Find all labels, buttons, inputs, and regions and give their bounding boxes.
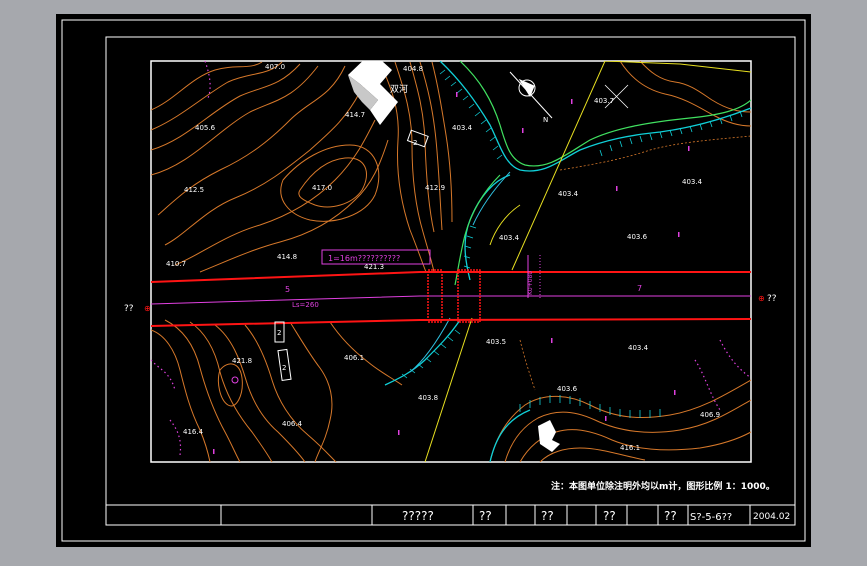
elevation-label: 403.6 (557, 385, 578, 393)
title-cell: ?? (603, 509, 616, 523)
elevation-label: 407.0 (265, 63, 285, 71)
right-marker-symbol: ⊕ (758, 294, 765, 303)
curve-label-1: 1=16m?????????? (328, 254, 400, 263)
elevation-label: 414.8 (277, 253, 297, 261)
elevation-label: 403.6 (627, 233, 648, 241)
elevation-label: 412.9 (425, 184, 445, 192)
elevation-label: 406.4 (282, 420, 303, 428)
elevation-label: 416.4 (183, 428, 204, 436)
box-label-3: 2 (282, 364, 286, 372)
title-cell: ?? (479, 509, 492, 523)
title-cell: ????? (402, 509, 434, 523)
elevation-label: 403.4 (499, 234, 520, 242)
left-marker: ?? (124, 304, 134, 314)
elevation-label: 416.1 (620, 444, 640, 452)
left-marker-symbol: ⊕ (144, 304, 151, 313)
elevation-label: 406.9 (700, 411, 720, 419)
title-cell: ?? (664, 509, 677, 523)
elevation-label: 403.8 (418, 394, 438, 402)
elevation-label: 414.7 (345, 111, 365, 119)
north-letter: N (543, 116, 548, 124)
cad-drawing-viewport[interactable]: N 双河 2 2 2 1=16m?????????? Ls=260 7 5 K0… (0, 0, 867, 562)
scale-note: 注：本图单位除注明外均以m计，图形比例 1：1000。 (551, 480, 775, 492)
elevation-label: 403.4 (452, 124, 473, 132)
right-marker: ?? (767, 294, 777, 304)
curve-label-2: Ls=260 (292, 301, 319, 309)
river-label: 双河 (390, 83, 408, 95)
elevation-label: 406.1 (344, 354, 364, 362)
elevation-label: 403.5 (486, 338, 506, 346)
title-cell: ?? (541, 509, 554, 523)
elevation-label: 421.3 (364, 263, 384, 271)
elevation-label: 412.5 (184, 186, 204, 194)
title-cell-drawing-no: S?-5-6?? (690, 512, 732, 523)
elevation-label: 403.4 (628, 344, 649, 352)
drawing-canvas: N 双河 2 2 2 1=16m?????????? Ls=260 7 5 K0… (56, 14, 811, 547)
elevation-label: 410.7 (166, 260, 186, 268)
vertical-chainage-label: K0+080 (527, 271, 534, 295)
elevation-label: 403.4 (558, 190, 579, 198)
box-label-2: 2 (277, 329, 281, 337)
curve-label-4: 5 (285, 285, 290, 294)
elevation-label: 417.0 (312, 184, 332, 192)
title-cell-date: 2004.02 (753, 512, 790, 522)
elevation-label: 404.8 (403, 65, 423, 73)
box-label-1: 2 (413, 139, 417, 147)
elevation-label: 403.4 (682, 178, 703, 186)
elevation-label: 403.7 (594, 97, 614, 105)
elevation-label: 405.6 (195, 124, 216, 132)
elevation-label: 421.8 (232, 357, 252, 365)
curve-label-3: 7 (637, 284, 642, 293)
